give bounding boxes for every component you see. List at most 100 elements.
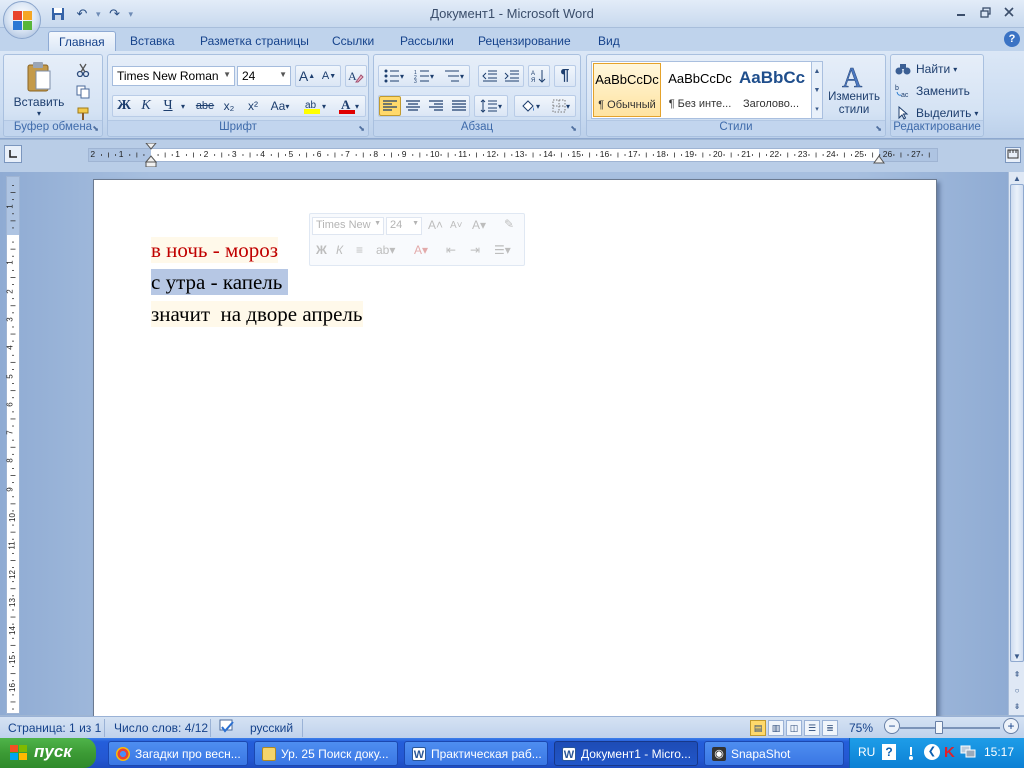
clear-formatting-button[interactable]: A [346, 67, 366, 85]
underline-button[interactable]: Ч [158, 97, 178, 115]
subscript-button[interactable]: x₂ [218, 97, 240, 115]
word-count[interactable]: Число слов: 4/12 [114, 721, 208, 735]
zoom-in-icon[interactable]: + [1003, 718, 1019, 734]
styles-launcher-icon[interactable]: ⬊ [875, 124, 882, 133]
back-tray-icon[interactable]: ❮ [924, 744, 940, 760]
show-formatting-button[interactable]: ¶ [555, 67, 575, 85]
zoom-level[interactable]: 75% [849, 721, 873, 735]
mini-font-box[interactable]: Times New ▼ [312, 217, 384, 235]
language-indicator[interactable]: русский [250, 721, 293, 735]
italic-button[interactable]: К [136, 97, 156, 115]
mini-italic-icon[interactable]: К [336, 243, 343, 257]
grow-font-button[interactable]: A ▲ [297, 67, 317, 85]
scroll-down-icon[interactable]: ▼ [1010, 650, 1024, 664]
right-indent-marker[interactable] [873, 153, 885, 167]
taskbar-item-chrome[interactable]: Загадки про весн... [108, 741, 248, 766]
mini-decrease-indent-icon[interactable]: ⇤ [446, 243, 456, 257]
paste-button[interactable]: Вставить ▾ [10, 59, 68, 119]
sort-button[interactable]: AЯ [529, 67, 549, 85]
tab-page-layout[interactable]: Разметка страницы [190, 31, 319, 52]
help-icon[interactable]: ? [1004, 31, 1020, 47]
mini-shrink-font-icon[interactable]: A˅ [450, 220, 463, 231]
font-name-dropdown-icon[interactable]: ▼ [223, 70, 231, 79]
multilevel-list-button[interactable]: ▾ [440, 67, 468, 85]
bold-button[interactable]: Ж [114, 97, 134, 115]
paragraph-launcher-icon[interactable]: ⬊ [570, 124, 577, 133]
align-right-button[interactable] [425, 97, 447, 115]
zoom-out-icon[interactable]: − [884, 718, 900, 734]
tab-insert[interactable]: Вставка [120, 31, 185, 52]
minimize-button[interactable] [950, 3, 972, 21]
line-spacing-button[interactable]: ▾ [475, 97, 507, 115]
styles-scroll[interactable]: ▲ ▼ ▾ [811, 61, 823, 119]
horizontal-ruler[interactable]: 2 1 1 2 3 4 5 6 7 8 9 10 11 12 13 14 15 16 17 18 19 20 21 22 23 2… [88, 142, 938, 168]
mini-styles-icon[interactable]: A▾ [472, 218, 486, 232]
mini-size-box[interactable]: 24 ▼ [386, 217, 422, 235]
vertical-scrollbar[interactable]: ▲ ▼ ⇞ ○ ⇟ [1008, 172, 1024, 715]
vertical-ruler[interactable]: 1 1 2 3 4 5 6 7 8 9 10 11 12 13 14 15 16 [6, 176, 20, 714]
bullets-button[interactable]: ▾ [380, 67, 408, 85]
taskbar-item-snapashot[interactable]: ◉ SnapaShot [704, 741, 844, 766]
mini-center-icon[interactable]: ≡ [356, 243, 363, 257]
align-left-button[interactable] [379, 96, 401, 116]
increase-indent-button[interactable] [502, 67, 522, 85]
highlight-button[interactable]: ab ▾ [300, 97, 330, 115]
numbering-button[interactable]: 1 2 3 ▾ [410, 67, 438, 85]
shrink-font-button[interactable]: A ▼ [319, 67, 339, 85]
decrease-indent-button[interactable] [480, 67, 500, 85]
taskbar-item-word-practical[interactable]: W Практическая раб... [404, 741, 548, 766]
underline-dropdown-icon[interactable]: ▾ [178, 97, 188, 115]
borders-button[interactable]: ▾ [546, 97, 576, 115]
mini-bullets-icon[interactable]: ☰▾ [494, 243, 511, 257]
mini-toolbar[interactable]: Times New ▼ 24 ▼ A˄ A˅ A▾ ✎ Ж К ≡ ab▾ A▾ ⇤… [309, 213, 525, 266]
proofing-icon[interactable] [218, 719, 236, 738]
document-line-2-selected[interactable]: с утра - капель [151, 269, 289, 295]
tab-mailings[interactable]: Рассылки [390, 31, 464, 52]
display-tray-icon[interactable] [960, 745, 976, 762]
document-line-3[interactable]: значит на дворе апрель [151, 301, 363, 327]
copy-icon[interactable] [74, 83, 92, 101]
strikethrough-button[interactable]: abe [194, 97, 216, 115]
style-normal[interactable]: AaBbCcDc ¶ Обычный [593, 63, 661, 117]
next-page-icon[interactable]: ⇟ [1010, 700, 1024, 714]
taskbar-item-folder[interactable]: Ур. 25 Поиск доку... [254, 741, 398, 766]
office-button[interactable] [3, 1, 41, 39]
tab-view[interactable]: Вид [588, 31, 630, 52]
scissors-icon[interactable] [74, 61, 92, 79]
replace-button[interactable]: b ac Заменить [895, 81, 981, 101]
first-line-indent-marker[interactable] [144, 142, 158, 170]
network-tray-icon[interactable] [904, 745, 918, 764]
style-heading[interactable]: AaBbCc Заголово... [737, 63, 805, 117]
taskbar-item-word-document1[interactable]: W Документ1 - Micro... [554, 741, 698, 766]
zoom-slider[interactable] [900, 727, 1000, 729]
style-no-spacing[interactable]: AaBbCcDc ¶ Без инте... [665, 63, 735, 117]
document-line-1[interactable]: в ночь - мороз [151, 237, 279, 263]
previous-page-icon[interactable]: ⇞ [1010, 668, 1024, 682]
close-button[interactable] [998, 3, 1020, 21]
help-tray-icon[interactable]: ? [882, 744, 896, 760]
zoom-slider-thumb[interactable] [935, 721, 943, 734]
font-launcher-icon[interactable]: ⬊ [358, 124, 365, 133]
font-name-box[interactable]: Times New Roman ▼ [112, 66, 235, 86]
view-ruler-toggle[interactable] [1005, 147, 1021, 163]
tab-review[interactable]: Рецензирование [468, 31, 581, 52]
page-count[interactable]: Страница: 1 из 1 [8, 721, 101, 735]
mini-grow-font-icon[interactable]: A˄ [428, 218, 443, 232]
web-layout-icon[interactable]: ◫ [786, 720, 802, 736]
restore-button[interactable] [974, 3, 996, 21]
mini-bold-icon[interactable]: Ж [316, 243, 327, 257]
shading-button[interactable]: ▾ [515, 97, 545, 115]
draft-view-icon[interactable]: ≣ [822, 720, 838, 736]
find-button[interactable]: Найти ▾ [895, 59, 981, 79]
change-case-button[interactable]: Aa ▾ [266, 97, 294, 115]
font-color-button[interactable]: A ▾ [334, 97, 364, 115]
mini-highlight-icon[interactable]: ab▾ [376, 243, 395, 257]
font-size-dropdown-icon[interactable]: ▼ [279, 70, 287, 79]
print-layout-view-icon[interactable]: ▤ [750, 720, 766, 736]
tab-home[interactable]: Главная [48, 31, 116, 52]
mini-increase-indent-icon[interactable]: ⇥ [470, 243, 480, 257]
font-size-box[interactable]: 24 ▼ [237, 66, 291, 86]
start-button[interactable]: пуск [0, 738, 96, 768]
language-indicator-tray[interactable]: RU [858, 745, 875, 759]
outline-view-icon[interactable]: ☰ [804, 720, 820, 736]
